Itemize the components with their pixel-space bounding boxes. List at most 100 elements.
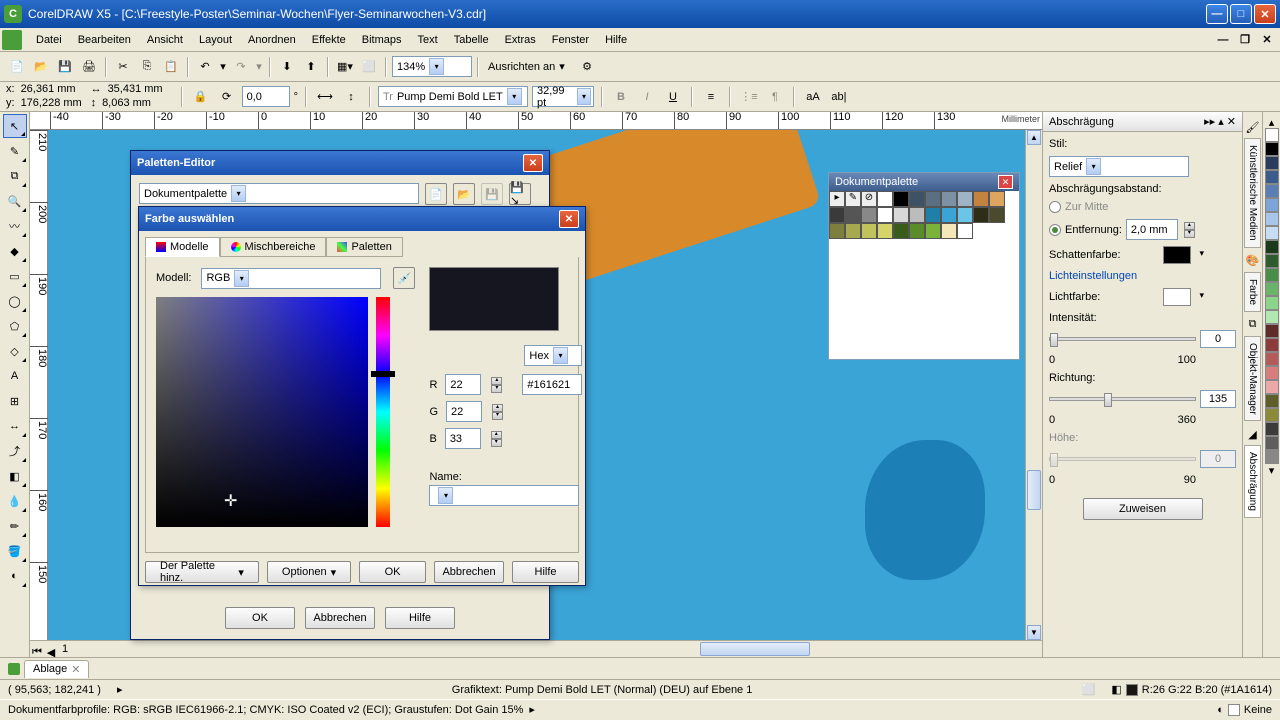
x-field[interactable]: 26,361 mm [17, 83, 87, 97]
rotation-field[interactable]: 0,0 [242, 86, 290, 107]
intens-slider[interactable] [1049, 337, 1196, 341]
tab-modelle[interactable]: Modelle [145, 237, 220, 257]
menu-bearbeiten[interactable]: Bearbeiten [70, 31, 139, 49]
palette-swatch[interactable] [1265, 394, 1279, 408]
doc-palette-swatch[interactable] [989, 207, 1005, 223]
richt-slider[interactable] [1049, 397, 1196, 401]
menu-anordnen[interactable]: Anordnen [240, 31, 304, 49]
eyedropper-tool[interactable]: 💧 [3, 489, 27, 513]
pe-ok-button[interactable]: OK [225, 607, 295, 629]
dropcap-button[interactable]: ¶ [764, 86, 786, 108]
intens-value[interactable]: 0 [1200, 330, 1236, 348]
palette-select-combo[interactable]: Dokumentpalette▾ [139, 183, 419, 204]
palette-swatch[interactable] [1265, 240, 1279, 254]
tab-mischbereiche[interactable]: Mischbereiche [220, 237, 327, 257]
doc-palette-swatch[interactable] [893, 207, 909, 223]
outline-tool[interactable]: ✏ [3, 514, 27, 538]
tab-paletten[interactable]: Paletten [326, 237, 402, 257]
palette-swatch[interactable] [1265, 170, 1279, 184]
doc-palette-swatch[interactable] [989, 191, 1005, 207]
doc-palette-swatch[interactable] [845, 207, 861, 223]
stil-combo[interactable]: Relief▾ [1049, 156, 1189, 177]
doc-palette-swatch[interactable] [861, 223, 877, 239]
menu-text[interactable]: Text [410, 31, 446, 49]
hex-mode-combo[interactable]: Hex▾ [524, 345, 582, 366]
mdi-close-button[interactable]: ✕ [1256, 30, 1278, 50]
doc-palette-swatch[interactable] [877, 191, 893, 207]
mdi-minimize-button[interactable]: — [1212, 30, 1234, 50]
palette-swatch[interactable] [1265, 156, 1279, 170]
color-field[interactable]: ✛ [156, 297, 368, 527]
zuweisen-button[interactable]: Zuweisen [1083, 498, 1203, 520]
licht-link[interactable]: Lichteinstellungen [1049, 270, 1236, 282]
menu-bitmaps[interactable]: Bitmaps [354, 31, 410, 49]
hue-handle[interactable] [371, 371, 395, 377]
snap-combo[interactable]: Ausrichten an ▾ [484, 56, 574, 77]
import-button[interactable]: ⬇ [276, 56, 298, 78]
underline-button[interactable]: U [662, 86, 684, 108]
ruler-vertical[interactable]: 210200190180170160150 [30, 130, 48, 640]
doc-palette-swatch[interactable] [877, 223, 893, 239]
interactive-tool[interactable]: ◧ [3, 464, 27, 488]
bullets-button[interactable]: ⋮≡ [738, 86, 760, 108]
scrollbar-vertical[interactable]: ▲ ▼ [1025, 130, 1042, 640]
edit-text-button[interactable]: ab| [828, 86, 850, 108]
doc-palette-swatch[interactable] [829, 223, 845, 239]
doc-palette-swatch[interactable] [973, 207, 989, 223]
mirror-h-button[interactable]: ⟷ [314, 86, 336, 108]
licht-color-button[interactable] [1163, 288, 1191, 306]
freehand-tool[interactable]: 〰 [3, 214, 27, 238]
print-button[interactable]: 🖨 [78, 56, 100, 78]
menu-layout[interactable]: Layout [191, 31, 240, 49]
document-palette-panel[interactable]: Dokumentpalette✕ ▸✎⊘ [828, 172, 1020, 360]
doc-palette-swatch[interactable] [973, 191, 989, 207]
palette-swatch[interactable] [1265, 254, 1279, 268]
richt-value[interactable]: 135 [1200, 390, 1236, 408]
palette-tool-button[interactable]: ✎ [845, 191, 861, 207]
palette-swatch[interactable] [1265, 436, 1279, 450]
palette-swatch[interactable] [1265, 184, 1279, 198]
paste-button[interactable]: 📋 [160, 56, 182, 78]
options-button[interactable]: Optionen ▾ [267, 561, 351, 583]
color-name-combo[interactable]: ▾ [429, 485, 579, 506]
schatten-color-button[interactable] [1163, 246, 1191, 264]
polygon-tool[interactable]: ⬠ [3, 314, 27, 338]
doc-palette-swatch[interactable] [877, 207, 893, 223]
cd-ok-button[interactable]: OK [359, 561, 426, 583]
fill-tool[interactable]: 🪣 [3, 539, 27, 563]
r-field[interactable]: 22 [445, 374, 481, 395]
vtab-abschraegung[interactable]: Abschrägung [1244, 445, 1261, 518]
palette-new-button[interactable]: 📄 [425, 183, 447, 205]
doc-palette-swatch[interactable] [925, 223, 941, 239]
eyedropper-button[interactable]: 💉 [393, 267, 415, 289]
doc-palette-swatch[interactable] [941, 191, 957, 207]
palette-swatch[interactable] [1265, 366, 1279, 380]
scroll-v-thumb[interactable] [1027, 470, 1041, 510]
scrollbar-horizontal[interactable]: ⏮◀1 [30, 640, 1042, 657]
doc-palette-swatch[interactable] [925, 207, 941, 223]
b-field[interactable]: 33 [445, 428, 481, 449]
connector-tool[interactable]: ⤴ [3, 439, 27, 463]
entfernung-radio[interactable] [1049, 224, 1061, 236]
palette-swatch[interactable] [1265, 212, 1279, 226]
ellipse-tool[interactable]: ◯ [3, 289, 27, 313]
docker-objmgr-icon[interactable]: ⧉ [1242, 314, 1264, 336]
palette-scroll-up[interactable]: ▴ [1261, 116, 1280, 128]
model-combo[interactable]: RGB▾ [201, 268, 381, 289]
page-prev-button[interactable]: ◀ [44, 641, 58, 663]
pick-tool[interactable]: ↖ [3, 114, 27, 138]
copy-button[interactable]: ⎘ [136, 56, 158, 78]
doc-palette-swatch[interactable] [893, 223, 909, 239]
window-maximize-button[interactable]: □ [1230, 4, 1252, 24]
doc-palette-swatch[interactable] [909, 191, 925, 207]
palette-tool-button[interactable]: ⊘ [861, 191, 877, 207]
add-to-palette-button[interactable]: Der Palette hinz. ▾ [145, 561, 259, 583]
window-close-button[interactable]: ✕ [1254, 4, 1276, 24]
vtab-objekt[interactable]: Objekt-Manager [1244, 336, 1261, 422]
palette-saveas-button[interactable]: 💾↘ [509, 183, 531, 205]
menu-datei[interactable]: Datei [28, 31, 70, 49]
palette-swatch[interactable] [1265, 296, 1279, 310]
vtab-kuenstlerische[interactable]: Künstlerische Medien [1244, 138, 1261, 248]
palette-swatch[interactable] [1265, 380, 1279, 394]
color-dialog-close-button[interactable]: ✕ [559, 210, 579, 228]
